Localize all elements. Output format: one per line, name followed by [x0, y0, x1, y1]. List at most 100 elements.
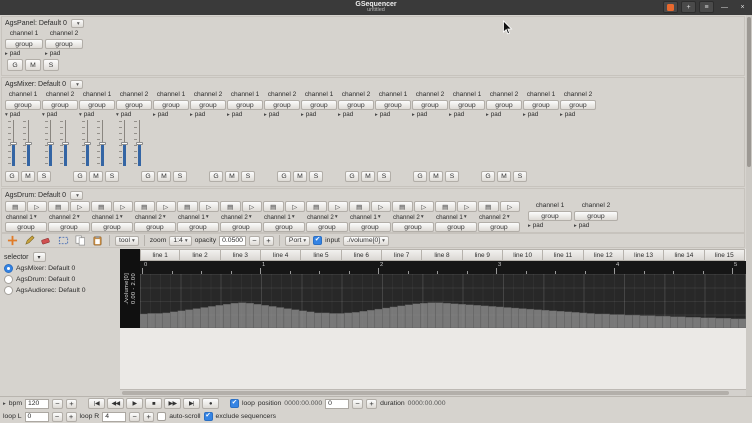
group-button[interactable]: group	[435, 222, 477, 232]
pad-open-button[interactable]: ▤	[5, 201, 26, 212]
pad-expander[interactable]: ▸ pad	[574, 222, 618, 229]
bpm-value[interactable]: 120	[25, 398, 49, 409]
line-header[interactable]: line 11	[543, 249, 584, 261]
solo-toggle[interactable]: S	[445, 171, 459, 182]
group-button[interactable]: group	[560, 100, 596, 110]
line-header[interactable]: line 13	[623, 249, 665, 261]
radio-button[interactable]	[4, 275, 13, 284]
line-selector[interactable]: channel 2 ▾	[220, 213, 262, 221]
offset-increment-button[interactable]: +	[366, 398, 378, 409]
group-button[interactable]: group	[153, 100, 189, 110]
position-tool-button[interactable]	[5, 234, 19, 247]
line-header[interactable]: line 14	[664, 249, 705, 261]
volume-fader[interactable]	[45, 119, 54, 167]
line-selector[interactable]: channel 1 ▾	[435, 213, 477, 221]
group-toggle[interactable]: G	[481, 171, 495, 182]
pad-expander[interactable]: ▸ pad	[338, 111, 374, 118]
volume-fader[interactable]	[97, 119, 106, 167]
pad-play-button[interactable]: ▷	[284, 201, 305, 212]
solo-toggle[interactable]: S	[377, 171, 391, 182]
group-button[interactable]: group	[42, 100, 78, 110]
fader-handle[interactable]	[99, 142, 106, 146]
line-selector[interactable]: channel 2 ▾	[306, 213, 348, 221]
selector-options-button[interactable]: ▾	[32, 252, 46, 262]
offset-decrement-button[interactable]: −	[352, 398, 364, 409]
fader-handle[interactable]	[62, 142, 69, 146]
group-button[interactable]: group	[338, 100, 374, 110]
solo-toggle[interactable]: S	[173, 171, 187, 182]
mute-toggle[interactable]: M	[497, 171, 511, 182]
volume-fader[interactable]	[119, 119, 128, 167]
volume-fader[interactable]	[8, 119, 17, 167]
navigation-expander[interactable]: ▸	[3, 401, 6, 407]
machine-options-dropdown[interactable]: ▾	[70, 191, 83, 200]
line-header[interactable]: line 4	[260, 249, 302, 261]
opacity-decrement-button[interactable]: −	[248, 235, 260, 246]
paste-button[interactable]	[90, 234, 104, 247]
group-button[interactable]: group	[523, 100, 559, 110]
line-selector[interactable]: channel 2 ▾	[392, 213, 434, 221]
line-selector[interactable]: channel 1 ▾	[5, 213, 47, 221]
mute-toggle[interactable]: M	[157, 171, 171, 182]
minimize-button[interactable]: —	[717, 1, 732, 13]
group-button[interactable]: group	[449, 100, 485, 110]
stop-button[interactable]: ■	[145, 398, 162, 409]
jump-begin-button[interactable]: |◀	[88, 398, 105, 409]
radio-button[interactable]	[4, 264, 13, 273]
solo-toggle[interactable]: S	[37, 171, 51, 182]
mute-toggle[interactable]: M	[293, 171, 307, 182]
mute-toggle[interactable]: M	[25, 59, 41, 71]
exclude-sequencers-checkbox[interactable]: ✔	[203, 412, 213, 421]
line-selector[interactable]: channel 1 ▾	[177, 213, 219, 221]
pad-open-button[interactable]: ▤	[478, 201, 499, 212]
selector-item[interactable]: AgsDrum: Default 0	[4, 274, 116, 285]
volume-fader[interactable]	[23, 119, 32, 167]
port-dropdown[interactable]: Port ▾	[284, 235, 311, 246]
line-selector[interactable]: channel 1 ▾	[263, 213, 305, 221]
loop-r-increment-button[interactable]: +	[143, 411, 155, 422]
zoom-dropdown[interactable]: 1:4 ▾	[169, 235, 192, 246]
add-machine-button[interactable]: +	[681, 1, 696, 13]
pad-expander[interactable]: ▾ pad	[116, 111, 152, 118]
pad-open-button[interactable]: ▤	[306, 201, 327, 212]
select-tool-button[interactable]	[56, 234, 70, 247]
loop-r-decrement-button[interactable]: −	[129, 411, 141, 422]
group-button[interactable]: group	[375, 100, 411, 110]
input-port-combo[interactable]: ./volume[0] ▾	[342, 235, 389, 246]
group-button[interactable]: group	[306, 222, 348, 232]
pad-open-button[interactable]: ▤	[177, 201, 198, 212]
pad-expander[interactable]: ▸ pad	[45, 50, 83, 57]
play-button[interactable]: ▶	[126, 398, 143, 409]
mute-toggle[interactable]: M	[89, 171, 103, 182]
pad-expander[interactable]: ▸ pad	[486, 111, 522, 118]
surface-button[interactable]	[663, 1, 678, 13]
group-button[interactable]: group	[45, 39, 83, 49]
line-header[interactable]: line 8	[422, 249, 463, 261]
group-button[interactable]: group	[116, 100, 152, 110]
group-button[interactable]: group	[263, 222, 305, 232]
line-header[interactable]: line 7	[381, 249, 423, 261]
copy-button[interactable]	[73, 234, 87, 247]
group-toggle[interactable]: G	[413, 171, 427, 182]
vertical-scrollbar[interactable]	[746, 15, 752, 396]
group-button[interactable]: group	[190, 100, 226, 110]
pad-play-button[interactable]: ▷	[112, 201, 133, 212]
line-selector[interactable]: channel 2 ▾	[48, 213, 90, 221]
line-header[interactable]: line 5	[301, 249, 342, 261]
pad-expander[interactable]: ▸ pad	[528, 222, 572, 229]
group-button[interactable]: group	[574, 211, 618, 221]
group-button[interactable]: group	[79, 100, 115, 110]
loop-l-value[interactable]: 0	[24, 411, 49, 422]
automation-lane[interactable]	[140, 274, 746, 328]
group-button[interactable]: group	[48, 222, 90, 232]
machine-options-dropdown[interactable]: ▾	[70, 80, 83, 89]
line-selector[interactable]: channel 2 ▾	[134, 213, 176, 221]
opacity-increment-button[interactable]: +	[262, 235, 274, 246]
group-toggle[interactable]: G	[141, 171, 155, 182]
pad-open-button[interactable]: ▤	[435, 201, 456, 212]
volume-fader[interactable]	[60, 119, 69, 167]
group-button[interactable]: group	[5, 39, 43, 49]
pad-expander[interactable]: ▸ pad	[227, 111, 263, 118]
pad-expander[interactable]: ▸ pad	[523, 111, 559, 118]
volume-fader[interactable]	[82, 119, 91, 167]
